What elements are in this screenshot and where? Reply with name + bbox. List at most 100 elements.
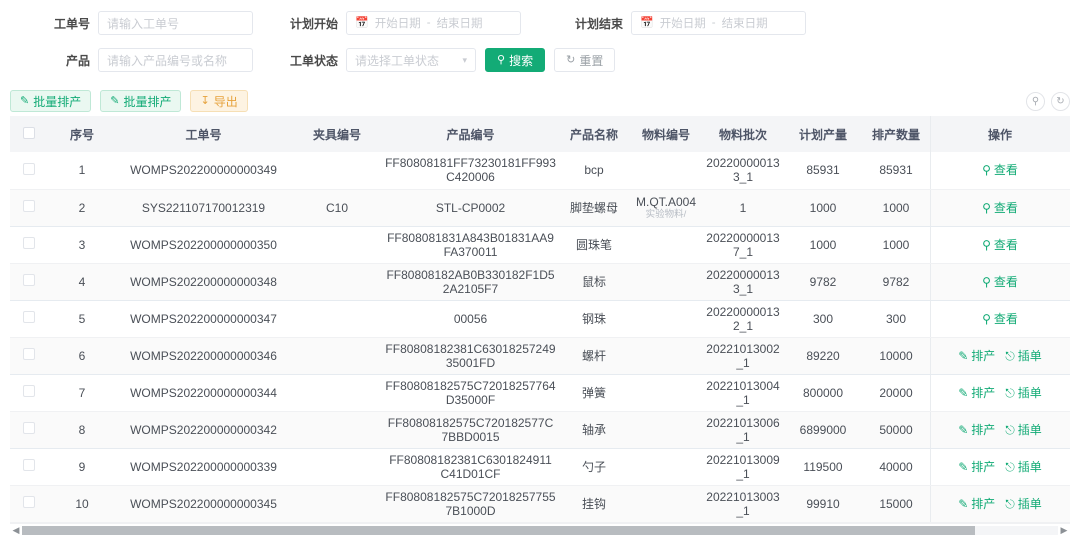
calendar-icon: 📅	[355, 16, 369, 29]
insert-order-action[interactable]: ⎋ 插单	[1005, 386, 1042, 400]
row-checkbox-cell[interactable]	[10, 152, 48, 190]
row-checkbox[interactable]	[23, 348, 35, 360]
row-checkbox-cell[interactable]	[10, 226, 48, 264]
table-row[interactable]: 2 SYS221107170012319 C10 STL-CP0002 脚垫螺母 M.QT…	[10, 189, 1070, 227]
header-select-all[interactable]	[10, 116, 48, 152]
scroll-right-arrow[interactable]: ▶	[1058, 525, 1070, 536]
table-row[interactable]: 9 WOMPS202200000000339 FF80808182381C63018…	[10, 448, 1070, 486]
search-button[interactable]: ⚲ 搜索	[485, 48, 546, 72]
row-checkbox[interactable]	[23, 496, 35, 508]
table-row[interactable]: 5 WOMPS202200000000347 00056 钢珠 202200000132…	[10, 300, 1070, 338]
row-checkbox-cell[interactable]	[10, 485, 48, 523]
insert-order-action[interactable]: ⎋ 插单	[1005, 423, 1042, 437]
scrollbar-track[interactable]	[22, 525, 1058, 535]
row-checkbox[interactable]	[23, 162, 35, 175]
cell-material-no	[630, 337, 702, 375]
cell-operations: ✎ 排产 ⎋ 插单	[930, 411, 1070, 449]
row-checkbox[interactable]	[23, 274, 35, 286]
row-checkbox-cell[interactable]	[10, 189, 48, 227]
search-icon-button[interactable]: ⚲	[1026, 91, 1045, 111]
header-material-no: 物料编号	[630, 116, 702, 152]
cell-fixture-no	[291, 300, 383, 338]
header-operations-label: 操作	[987, 127, 1012, 142]
cell-material-no	[630, 374, 702, 412]
work-order-status-label: 工单状态	[290, 53, 339, 68]
schedule-action[interactable]: ✎ 排产	[958, 386, 995, 400]
cell-material-batch: 202200000132_1	[702, 300, 784, 338]
refresh-icon-button[interactable]: ↻	[1051, 91, 1070, 111]
scrollbar-thumb[interactable]	[22, 525, 976, 535]
table-row[interactable]: 3 WOMPS202200000000350 FF808081831A843B018…	[10, 226, 1070, 264]
schedule-action-label: 排产	[971, 496, 996, 511]
row-checkbox[interactable]	[23, 311, 35, 323]
export-button[interactable]: ↧ 导出	[190, 90, 248, 112]
view-action[interactable]: ⚲ 查看	[982, 238, 1018, 252]
row-checkbox-cell[interactable]	[10, 263, 48, 301]
work-order-no-input[interactable]: 请输入工单号	[98, 11, 253, 35]
cell-fixture-no	[291, 411, 383, 449]
table-row[interactable]: 4 WOMPS202200000000348 FF80808182AB0B33018…	[10, 263, 1070, 301]
schedule-action[interactable]: ✎ 排产	[958, 460, 995, 474]
header-material-batch: 物料批次	[702, 116, 784, 152]
cell-work-order-no: WOMPS202200000000344	[116, 374, 291, 412]
cell-product-no: FF80808182575C720182577C7BBD0015	[383, 411, 558, 449]
table-toolbar: ✎ 批量排产 ✎ 批量排产 ↧ 导出 ⚲ ↻	[0, 86, 1080, 116]
schedule-action-label: 排产	[971, 385, 996, 400]
plan-start-daterange[interactable]: 📅 开始日期 - 结束日期	[346, 11, 522, 35]
row-checkbox-cell[interactable]	[10, 300, 48, 338]
cell-material-no	[630, 485, 702, 523]
row-checkbox-cell[interactable]	[10, 337, 48, 375]
work-order-status-select[interactable]: 请选择工单状态 ▾	[346, 48, 477, 72]
row-checkbox[interactable]	[23, 385, 35, 397]
search-filter-form: 工单号 请输入工单号 计划开始 📅 开始日期 - 结束日期 计划结束 📅 开始日…	[0, 0, 1080, 86]
scroll-left-arrow[interactable]: ◀	[10, 525, 22, 536]
external-link-icon: ⎋	[1005, 348, 1015, 363]
row-checkbox[interactable]	[23, 200, 35, 212]
cell-material-no	[630, 411, 702, 449]
table-row[interactable]: 6 WOMPS202200000000346 FF80808182381C63018…	[10, 337, 1070, 375]
table-row[interactable]: 1 WOMPS202200000000349 FF80808181FF7323018…	[10, 152, 1070, 190]
table-tools: ⚲ ↻	[1026, 91, 1070, 111]
batch-schedule-button-2[interactable]: ✎ 批量排产	[100, 90, 182, 112]
view-action[interactable]: ⚲ 查看	[982, 163, 1018, 177]
cell-material-no: M.QT.A004 实验物料/	[630, 189, 702, 227]
table-row[interactable]: 8 WOMPS202200000000342 FF80808182575C72018…	[10, 411, 1070, 449]
view-action[interactable]: ⚲ 查看	[982, 275, 1018, 289]
insert-order-action[interactable]: ⎋ 插单	[1005, 497, 1042, 511]
row-checkbox[interactable]	[23, 459, 35, 471]
cell-product-name: 鼠标	[558, 263, 630, 301]
schedule-action[interactable]: ✎ 排产	[958, 497, 995, 511]
cell-fixture-no	[291, 374, 383, 412]
cell-operations: ⚲ 查看	[930, 189, 1070, 227]
row-checkbox-cell[interactable]	[10, 411, 48, 449]
reset-button[interactable]: ↻ 重置	[554, 48, 616, 72]
insert-order-action[interactable]: ⎋ 插单	[1005, 349, 1042, 363]
external-link-icon: ⎋	[1005, 385, 1015, 400]
select-all-checkbox[interactable]	[23, 126, 35, 139]
cell-sched-qty: 1000	[862, 189, 930, 227]
product-input[interactable]: 请输入产品编号或名称	[98, 48, 253, 72]
table-row[interactable]: 10 WOMPS202200000000345 FF80808182575C7201…	[10, 485, 1070, 523]
row-checkbox-cell[interactable]	[10, 374, 48, 412]
view-action[interactable]: ⚲ 查看	[982, 201, 1018, 215]
cell-material-batch: 20221013006_1	[702, 411, 784, 449]
search-icon: ⚲	[982, 274, 991, 289]
schedule-action[interactable]: ✎ 排产	[958, 423, 995, 437]
table-row[interactable]: 7 WOMPS202200000000344 FF80808182575C72018…	[10, 374, 1070, 412]
pencil-icon: ✎	[20, 94, 30, 107]
cell-product-name: bcp	[558, 152, 630, 190]
fixed-column-divider	[930, 263, 931, 300]
fixed-column-divider	[930, 300, 931, 337]
plan-end-daterange[interactable]: 📅 开始日期 - 结束日期	[631, 11, 807, 35]
batch-schedule-button-1[interactable]: ✎ 批量排产	[10, 90, 92, 112]
row-checkbox[interactable]	[23, 237, 35, 249]
row-checkbox-cell[interactable]	[10, 448, 48, 486]
cell-sched-qty: 50000	[862, 411, 930, 449]
row-checkbox[interactable]	[23, 422, 35, 434]
reset-button-label: 重置	[579, 53, 604, 68]
cell-product-no: FF80808182AB0B330182F1D52A2105F7	[383, 263, 558, 301]
insert-order-action[interactable]: ⎋ 插单	[1005, 460, 1042, 474]
schedule-action[interactable]: ✎ 排产	[958, 349, 995, 363]
horizontal-scrollbar[interactable]: ◀ ▶	[10, 522, 1070, 537]
view-action[interactable]: ⚲ 查看	[982, 312, 1018, 326]
